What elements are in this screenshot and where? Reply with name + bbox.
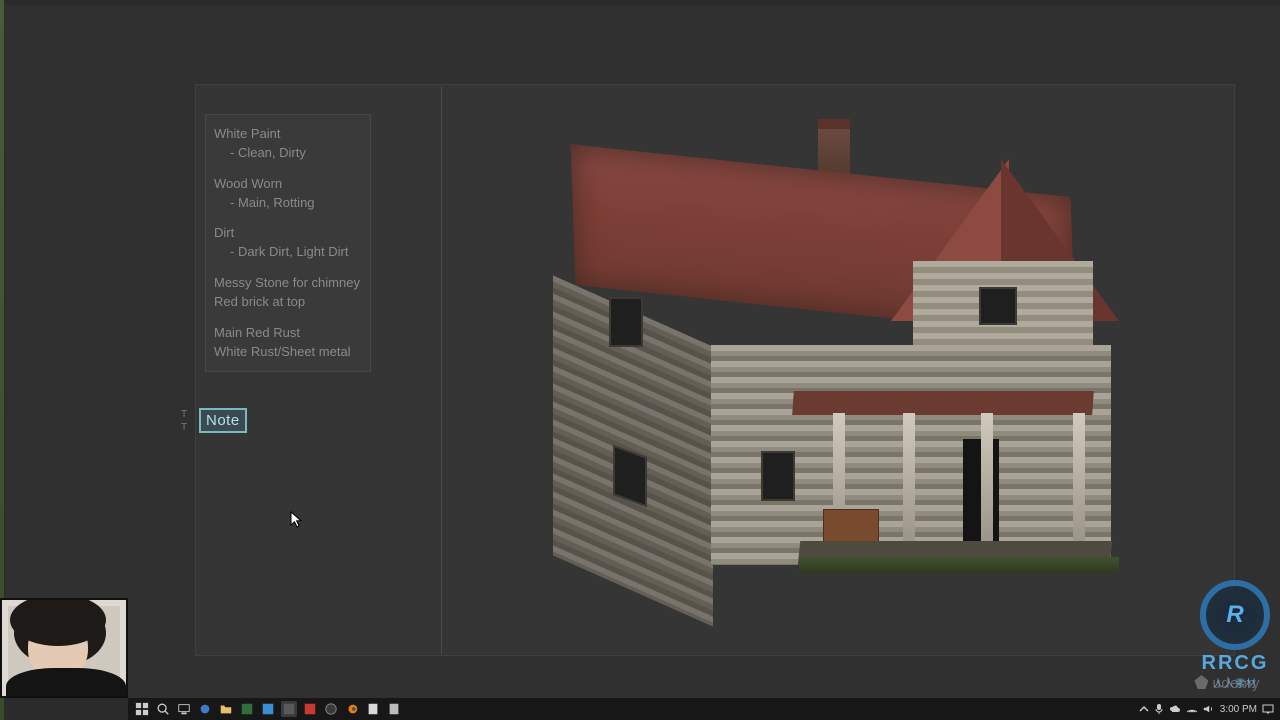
tray-volume-icon[interactable] <box>1203 704 1215 714</box>
house-porch-pillar <box>903 413 915 543</box>
rrcg-watermark: R RRCG 人人素材 <box>1200 580 1270 690</box>
taskbar-app-icon[interactable] <box>197 701 213 717</box>
note-line: White Rust/Sheet metal <box>214 344 351 359</box>
taskbar-left-group <box>128 701 402 717</box>
app-window: White Paint - Clean, Dirty Wood Worn - M… <box>5 6 1280 698</box>
start-button-icon[interactable] <box>134 701 150 717</box>
tray-mic-icon[interactable] <box>1154 703 1164 715</box>
taskbar-app-icon[interactable] <box>365 701 381 717</box>
rrcg-text: RRCG <box>1200 652 1270 675</box>
note-subline: - Dark Dirt, Light Dirt <box>214 244 348 259</box>
notification-center-icon[interactable] <box>1262 703 1274 715</box>
tray-cloud-icon[interactable] <box>1169 704 1181 714</box>
taskbar-clock[interactable]: 3:00 PM <box>1220 704 1257 715</box>
note-line: Red brick at top <box>214 294 305 309</box>
rrcg-subtext: 人人素材 <box>1200 675 1270 690</box>
tray-network-icon[interactable] <box>1186 704 1198 714</box>
task-view-icon[interactable] <box>176 701 192 717</box>
note-line: White Paint <box>214 126 280 141</box>
webcam-overlay <box>0 598 128 698</box>
note-line: Dirt <box>214 225 234 240</box>
note-line: Wood Worn <box>214 176 282 191</box>
note-subline: - Main, Rotting <box>214 195 315 210</box>
taskbar-app-icon[interactable] <box>260 701 276 717</box>
webcam-person-body <box>6 668 126 698</box>
tray-chevron-up-icon[interactable] <box>1139 704 1149 714</box>
panel-divider[interactable] <box>441 86 442 654</box>
text-tool-handle-icon[interactable]: T <box>181 409 187 420</box>
house-window <box>761 451 795 501</box>
taskbar-app-icon[interactable] <box>302 701 318 717</box>
taskbar-app-icon[interactable] <box>323 701 339 717</box>
taskbar-system-tray: 3:00 PM <box>1139 703 1280 715</box>
house-window <box>979 287 1017 325</box>
note-subline: - Clean, Dirty <box>214 145 306 160</box>
windows-taskbar[interactable]: 3:00 PM <box>128 698 1280 720</box>
reference-image-house[interactable] <box>513 111 1133 601</box>
house-porch-pillar <box>1073 413 1085 543</box>
note-text-element-selected[interactable]: Note <box>199 408 247 433</box>
house-grass <box>799 557 1119 573</box>
file-explorer-icon[interactable] <box>218 701 234 717</box>
note-line: Messy Stone for chimney <box>214 275 360 290</box>
text-tool-handle-icon[interactable]: T <box>181 422 187 433</box>
search-icon[interactable] <box>155 701 171 717</box>
pureref-app-icon[interactable] <box>281 701 297 717</box>
house-window <box>609 297 643 347</box>
note-line: Main Red Rust <box>214 325 300 340</box>
house-porch-roof <box>792 391 1094 415</box>
taskbar-app-icon[interactable] <box>386 701 402 717</box>
rrcg-logo-ring: R <box>1200 580 1270 650</box>
house-porch-pillar <box>981 413 993 543</box>
blender-app-icon[interactable] <box>344 701 360 717</box>
material-notes-box[interactable]: White Paint - Clean, Dirty Wood Worn - M… <box>205 114 371 372</box>
rrcg-logo-letter: R <box>1226 601 1243 629</box>
taskbar-app-icon[interactable] <box>239 701 255 717</box>
